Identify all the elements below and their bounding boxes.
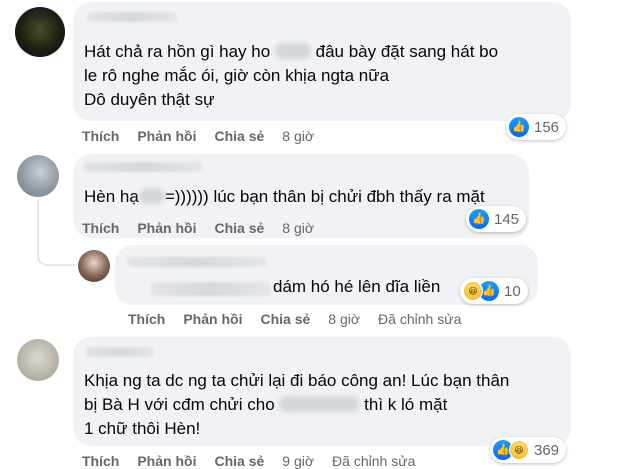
share-button[interactable]: Chia sẻ bbox=[260, 311, 310, 327]
comment-text-segment: Khịa ng ta dc ng ta chửi lại đi báo công… bbox=[84, 371, 510, 390]
comment-text-segment: 1 chữ thôi Hèn! bbox=[84, 419, 201, 438]
reply-button[interactable]: Phản hồi bbox=[137, 128, 196, 144]
like-button[interactable]: Thích bbox=[82, 220, 119, 236]
haha-icon: 😆 bbox=[463, 281, 483, 301]
comment-text-segment: bị Bà H với cđm chửi cho bbox=[84, 395, 280, 414]
redacted-word bbox=[138, 188, 165, 204]
comment-text: Hèn hạ =)))))) lúc bạn thân bị chửi đbh t… bbox=[84, 185, 485, 209]
haha-icon: 😆 bbox=[509, 440, 529, 460]
comment-actions: Thích Phản hồi Chia sẻ 8 giờ Đã chỉnh sử… bbox=[128, 311, 479, 327]
reaction-summary[interactable]: 😆 👍 10 bbox=[460, 278, 528, 304]
comment-text: Khịa ng ta dc ng ta chửi lại đi báo công… bbox=[84, 369, 509, 441]
reaction-count: 145 bbox=[494, 210, 520, 228]
avatar[interactable] bbox=[17, 339, 59, 381]
comment-text-segment: Hát chả ra hồn gì hay ho bbox=[84, 42, 275, 61]
redacted-word bbox=[279, 396, 360, 412]
comment-text-segment: Hèn hạ bbox=[84, 187, 139, 206]
redacted-word bbox=[274, 43, 311, 59]
reaction-count: 369 bbox=[534, 441, 560, 459]
commenter-name-redacted[interactable] bbox=[85, 347, 155, 357]
comment-text-segment: đâu bày đặt sang hát bo bbox=[310, 42, 499, 61]
like-icon: 👍 bbox=[509, 117, 529, 137]
reply-button[interactable]: Phản hồi bbox=[137, 220, 196, 236]
comment-bubble: Khịa ng ta dc ng ta chửi lại đi báo công… bbox=[73, 337, 571, 446]
redacted-text bbox=[151, 282, 271, 296]
like-button[interactable]: Thích bbox=[82, 128, 119, 144]
commenter-name-redacted[interactable] bbox=[87, 12, 177, 22]
avatar[interactable] bbox=[15, 7, 65, 57]
avatar[interactable] bbox=[78, 250, 110, 282]
comment-text-segment: dám hó hé lên dĩa liền bbox=[273, 277, 441, 296]
comment-bubble: Hát chả ra hồn gì hay ho đâu bày đặt san… bbox=[73, 2, 571, 121]
reaction-count: 10 bbox=[504, 282, 521, 300]
like-button[interactable]: Thích bbox=[128, 311, 165, 327]
comment-actions: Thích Phản hồi Chia sẻ 8 giờ bbox=[82, 128, 332, 144]
thread-connector bbox=[37, 200, 39, 248]
reply-button[interactable]: Phản hồi bbox=[183, 311, 242, 327]
share-button[interactable]: Chia sẻ bbox=[214, 453, 264, 469]
edited-label: Đã chỉnh sửa bbox=[332, 453, 416, 469]
avatar[interactable] bbox=[17, 155, 59, 197]
share-button[interactable]: Chia sẻ bbox=[214, 220, 264, 236]
commenter-name-redacted[interactable] bbox=[83, 162, 203, 172]
comment-text-segment: Dô duyên thật sự bbox=[84, 90, 215, 109]
edited-label: Đã chỉnh sửa bbox=[378, 311, 462, 327]
share-button[interactable]: Chia sẻ bbox=[214, 128, 264, 144]
timestamp[interactable]: 8 giờ bbox=[328, 311, 360, 327]
reaction-summary[interactable]: 👍 😆 369 bbox=[490, 437, 567, 463]
comment-text: Hát chả ra hồn gì hay ho đâu bày đặt san… bbox=[84, 40, 498, 112]
comment-text-segment: =)))))) lúc bạn thân bị chửi đbh thấy ra… bbox=[164, 187, 485, 206]
timestamp[interactable]: 8 giờ bbox=[282, 220, 314, 236]
reaction-summary[interactable]: 👍 156 bbox=[506, 114, 567, 140]
comment-text-segment: le rô nghe mắc ói, giờ còn khịa ngta nữa bbox=[84, 66, 390, 85]
reaction-summary[interactable]: 👍 145 bbox=[466, 206, 527, 232]
comment-actions: Thích Phản hồi Chia sẻ 8 giờ bbox=[82, 220, 332, 236]
like-button[interactable]: Thích bbox=[82, 453, 119, 469]
commenter-name-redacted[interactable] bbox=[127, 257, 267, 267]
comment-actions: Thích Phản hồi Chia sẻ 9 giờ Đã chỉnh sử… bbox=[82, 453, 433, 469]
timestamp[interactable]: 8 giờ bbox=[282, 128, 314, 144]
reply-button[interactable]: Phản hồi bbox=[137, 453, 196, 469]
comment-text: dám hó hé lên dĩa liền bbox=[273, 275, 440, 299]
like-icon: 👍 bbox=[469, 209, 489, 229]
timestamp[interactable]: 9 giờ bbox=[282, 453, 314, 469]
thread-connector-curve bbox=[37, 246, 75, 266]
comment-text-segment: thì k ló mặt bbox=[359, 395, 448, 414]
reaction-count: 156 bbox=[534, 118, 560, 136]
comment-thread: Hát chả ra hồn gì hay ho đâu bày đặt san… bbox=[0, 0, 623, 469]
